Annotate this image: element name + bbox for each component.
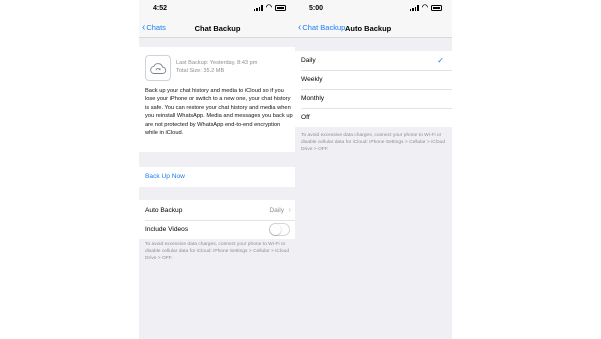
- data-charges-footnote: To avoid excessive data charges, connect…: [301, 133, 446, 152]
- checkmark-icon: ✓: [437, 56, 444, 65]
- wifi-icon: ◠: [421, 4, 428, 11]
- status-bar: 4:52 ◠: [139, 0, 296, 18]
- backup-info-section: Last Backup: Yesterday, 8:43 pm Total Si…: [139, 47, 296, 152]
- status-time: 5:00: [309, 5, 324, 12]
- wifi-icon: ◠: [265, 4, 272, 11]
- backup-meta: Last Backup: Yesterday, 8:43 pm Total Si…: [176, 59, 257, 75]
- option-label: Monthly: [301, 95, 325, 102]
- auto-backup-label: Auto Backup: [145, 207, 183, 214]
- signal-icon: [253, 5, 263, 11]
- option-label: Weekly: [301, 76, 323, 83]
- cloud-sync-icon: [145, 55, 171, 81]
- include-videos-row: Include Videos: [139, 220, 296, 239]
- option-label: Off: [301, 114, 310, 121]
- data-charges-footnote: To avoid excessive data charges, connect…: [145, 242, 290, 261]
- chat-backup-screen: 4:52 ◠ ‹ Chats Chat Backup Last Backup: …: [139, 0, 296, 339]
- page-title: Chat Backup: [194, 24, 241, 33]
- option-off[interactable]: Off: [295, 108, 452, 127]
- auto-backup-row[interactable]: Auto Backup Daily ›: [139, 201, 296, 220]
- frequency-options-list: Daily ✓ Weekly Monthly Off: [295, 51, 452, 127]
- include-videos-toggle[interactable]: [269, 223, 290, 236]
- chevron-left-icon: ‹: [298, 21, 302, 33]
- chevron-right-icon: ›: [288, 205, 291, 214]
- option-label: Daily: [301, 57, 316, 64]
- option-weekly[interactable]: Weekly: [295, 70, 452, 89]
- option-daily[interactable]: Daily ✓: [295, 51, 452, 70]
- status-time: 4:52: [153, 5, 168, 12]
- navigation-bar: ‹ Chats Chat Backup: [139, 18, 296, 38]
- last-backup-text: Last Backup: Yesterday, 8:43 pm: [176, 60, 258, 66]
- backup-settings-section: Auto Backup Daily › Include Videos: [139, 200, 296, 239]
- navigation-bar: ‹ Chat Backup Auto Backup: [295, 18, 452, 38]
- include-videos-label: Include Videos: [145, 226, 189, 233]
- back-button-label: Chat Backup: [302, 23, 346, 32]
- back-up-now-label: Back Up Now: [145, 173, 185, 180]
- back-up-now-section: Back Up Now: [139, 167, 296, 187]
- status-icons: ◠: [253, 4, 286, 11]
- auto-backup-screen: 5:00 ◠ ‹ Chat Backup Auto Backup Daily ✓…: [295, 0, 452, 339]
- back-up-now-button[interactable]: Back Up Now: [139, 167, 296, 186]
- back-button[interactable]: ‹ Chat Backup: [298, 21, 346, 33]
- total-size-text: Total Size: 35.2 MB: [176, 68, 225, 74]
- option-monthly[interactable]: Monthly: [295, 89, 452, 108]
- auto-backup-value: Daily: [269, 207, 284, 214]
- backup-description: Back up your chat history and media to i…: [145, 88, 293, 137]
- battery-icon: [275, 5, 286, 11]
- page-title: Auto Backup: [345, 24, 392, 33]
- battery-icon: [431, 5, 442, 11]
- status-bar: 5:00 ◠: [295, 0, 452, 18]
- signal-icon: [409, 5, 419, 11]
- status-icons: ◠: [409, 4, 442, 11]
